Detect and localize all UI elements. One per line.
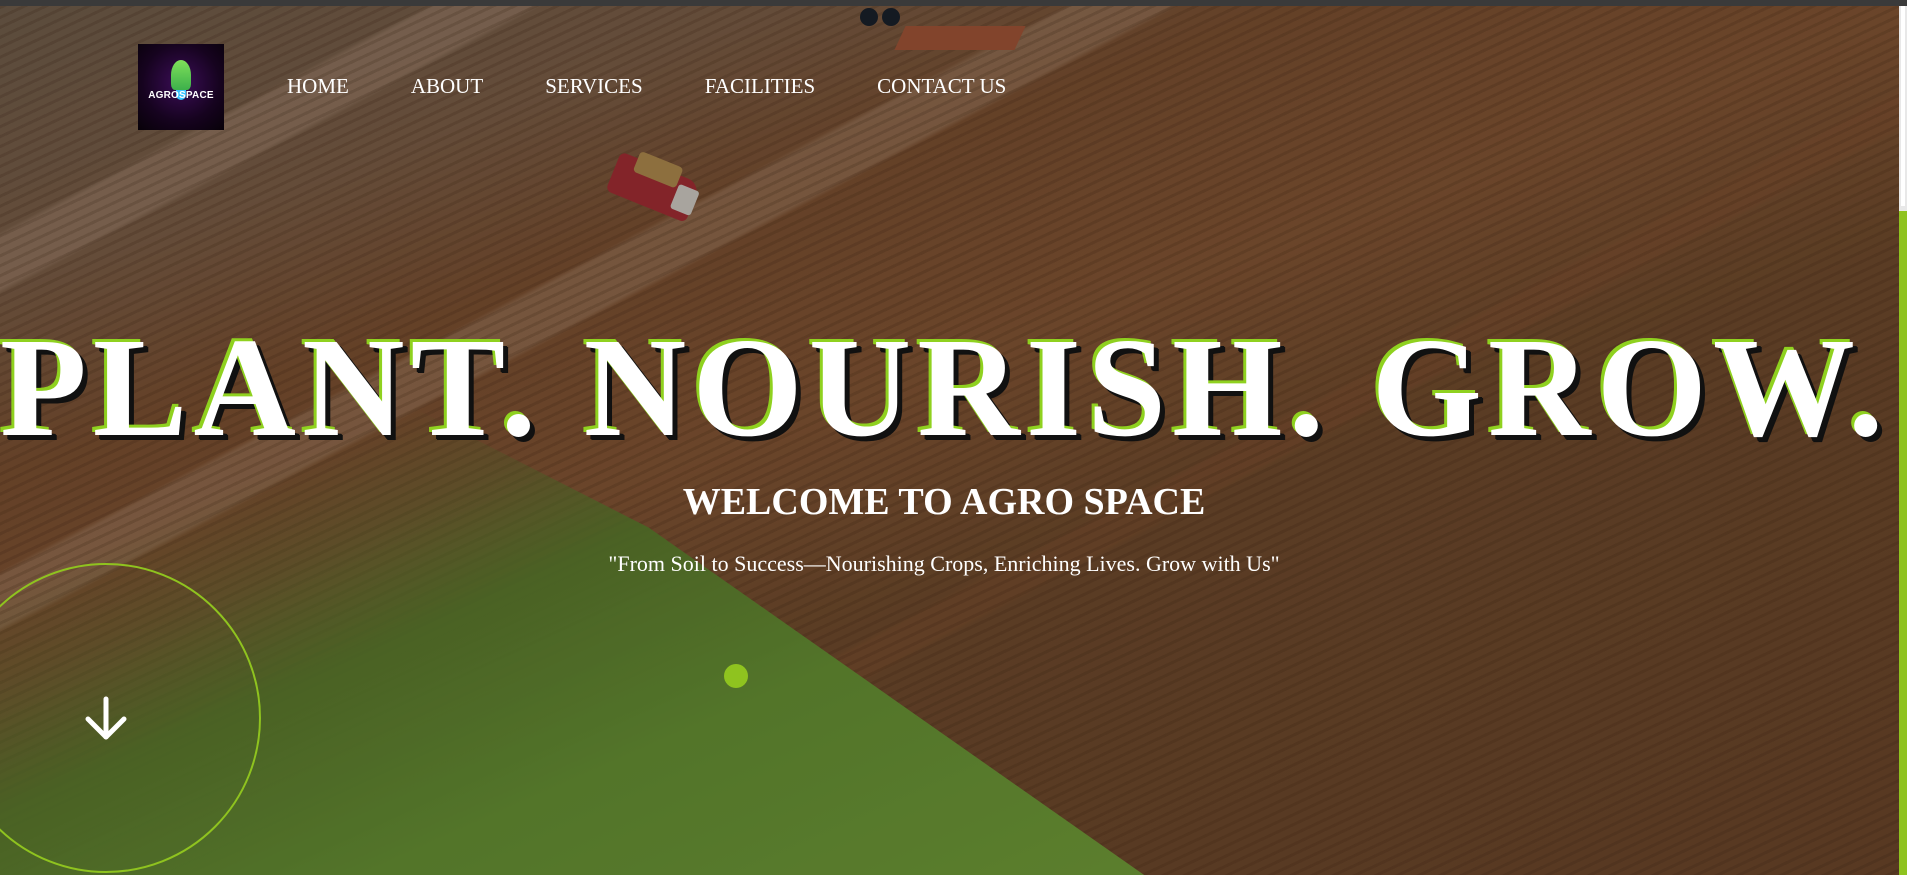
browser-top-strip [0, 0, 1907, 6]
scrollbar-thumb[interactable] [1899, 211, 1907, 875]
hero-subtitle: WELCOME TO AGRO SPACE [682, 481, 1206, 523]
rocket-icon [171, 60, 191, 90]
nav-services[interactable]: SERVICES [545, 74, 643, 98]
scrollbar-track-highlight [1901, 6, 1905, 206]
nav-about[interactable]: ABOUT [411, 74, 483, 98]
slider-indicator-dot[interactable] [724, 664, 748, 688]
hero-tagline: "From Soil to Success—Nourishing Crops, … [608, 551, 1280, 576]
main-navigation: HOME ABOUT SERVICES FACILITIES CONTACT U… [287, 74, 1006, 98]
hero-headline: PLANT. NOURISH. GROW. [0, 308, 1890, 466]
nav-home[interactable]: HOME [287, 74, 349, 98]
logo-text: AGROSPACE [148, 90, 214, 101]
nav-facilities[interactable]: FACILITIES [705, 74, 815, 98]
site-logo[interactable]: AGROSPACE [138, 44, 224, 130]
page-scrollbar[interactable] [1899, 6, 1907, 875]
page-viewport: AGROSPACE HOME ABOUT SERVICES FACILITIES… [0, 0, 1907, 875]
nav-contact-us[interactable]: CONTACT US [877, 74, 1006, 98]
arrow-down-icon[interactable] [84, 695, 128, 743]
